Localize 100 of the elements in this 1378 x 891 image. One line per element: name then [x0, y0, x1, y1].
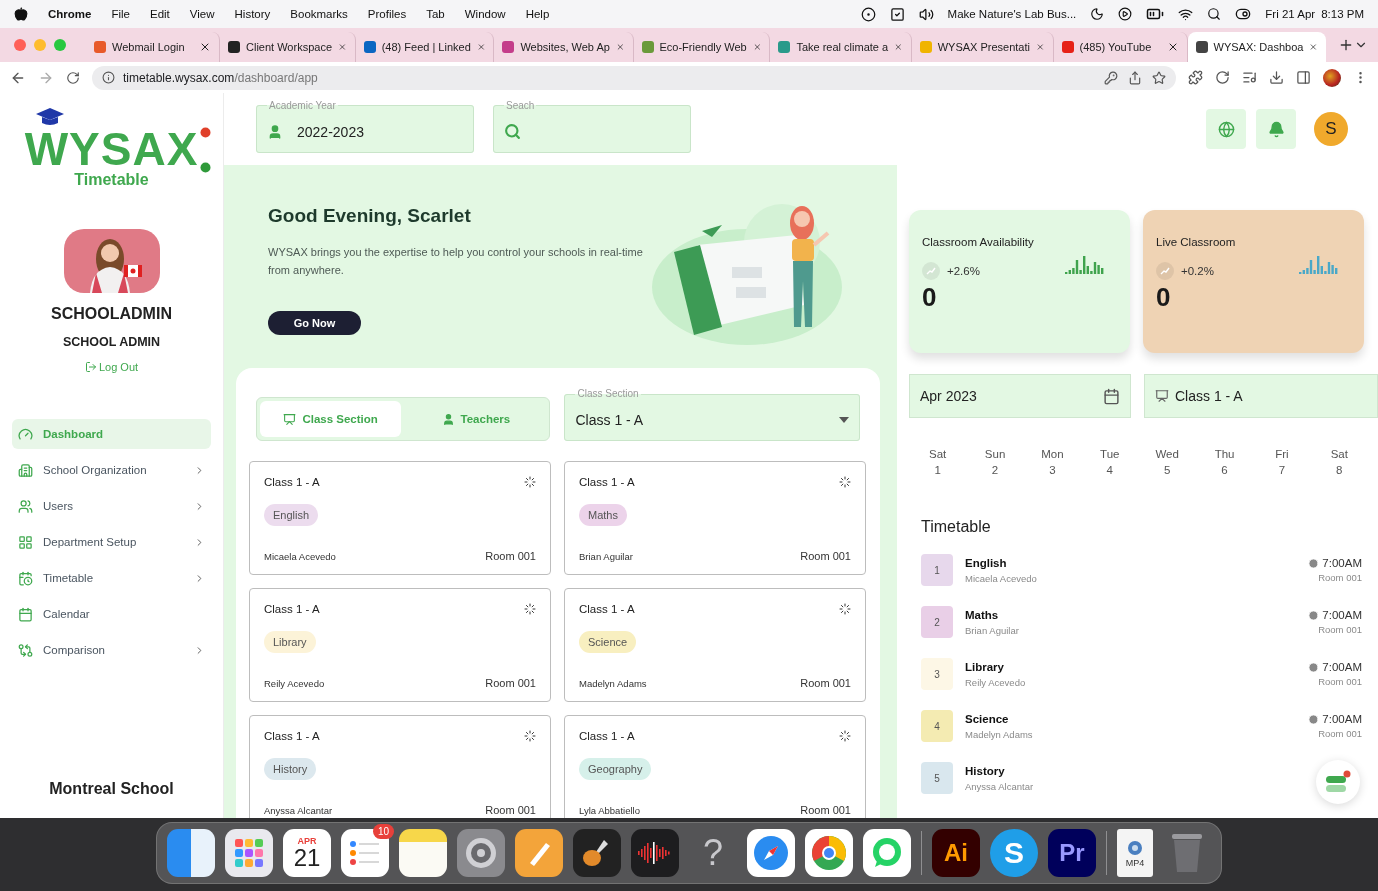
class-field[interactable]: Class 1 - A [1144, 374, 1378, 418]
teacher-name: Brian Aguilar [579, 551, 633, 562]
close-icon[interactable] [199, 41, 211, 53]
room-number: Room 001 [1318, 728, 1362, 739]
apple-icon[interactable] [14, 7, 28, 21]
browser-tab[interactable]: WYSAX: Dashboa [1187, 32, 1326, 62]
academic-year-field[interactable]: Academic Year 2022-2023 [256, 99, 474, 153]
class-card[interactable]: Class 1 - A Library Reily Acevedo Room 001 [249, 588, 551, 702]
menu-item[interactable]: Help [525, 8, 550, 20]
nav-item[interactable]: Comparison [12, 635, 211, 665]
menu-item[interactable]: History [234, 8, 271, 20]
teacher-name: Madelyn Adams [965, 728, 1034, 740]
document-icon[interactable]: MP4 [1117, 829, 1153, 877]
menu-item[interactable]: Edit [150, 8, 170, 20]
calendar-icon[interactable]: APR 21 [283, 829, 331, 877]
class-card[interactable]: Class 1 - A Maths Brian Aguilar Room 001 [564, 461, 866, 575]
app-grid-icon[interactable] [225, 829, 273, 877]
day-number[interactable]: 4 [1106, 464, 1113, 476]
notepad-icon[interactable] [399, 829, 447, 877]
sync-icon[interactable] [1215, 70, 1230, 85]
split-tile-icon[interactable] [167, 829, 215, 877]
chat-bubble-icon[interactable] [863, 829, 911, 877]
address-bar[interactable]: timetable.wysax.com/dashboard/app [92, 65, 1176, 90]
side-panel-icon[interactable] [1296, 70, 1311, 85]
menu-item[interactable]: Bookmarks [290, 8, 348, 20]
nav-item[interactable]: School Organization [12, 455, 211, 485]
app-launcher[interactable]: Pr [1048, 829, 1096, 877]
play-icon[interactable] [1118, 7, 1133, 21]
site-icon [228, 41, 240, 53]
day-number[interactable]: 3 [1049, 464, 1056, 476]
clock-icon [1308, 557, 1320, 569]
pen-icon[interactable] [515, 829, 563, 877]
new-tab-button[interactable] [1338, 37, 1354, 53]
media-icon[interactable] [1242, 70, 1257, 85]
day-number[interactable]: 7 [1278, 464, 1286, 476]
bell-icon [1267, 120, 1285, 138]
day-number[interactable]: 8 [1336, 464, 1343, 476]
download-icon[interactable] [1269, 70, 1284, 85]
day-number[interactable]: 6 [1221, 464, 1228, 476]
profile-avatar[interactable] [1323, 68, 1341, 87]
guitar-icon[interactable] [573, 829, 621, 877]
nav-item[interactable]: Users [12, 491, 211, 521]
day-number[interactable]: 5 [1164, 464, 1171, 476]
menu-item[interactable]: Window [464, 8, 506, 20]
site-icon [1061, 41, 1074, 53]
gear-icon[interactable] [457, 829, 505, 877]
subject-tag: History [264, 758, 317, 780]
loader-icon [524, 603, 536, 615]
menu-item[interactable]: File [111, 8, 130, 20]
waveform-icon[interactable] [631, 829, 679, 877]
compass-icon[interactable] [747, 829, 795, 877]
info-icon[interactable] [102, 71, 115, 84]
user-icon [267, 123, 283, 140]
building-icon [18, 462, 33, 478]
day-number[interactable]: 2 [991, 464, 999, 476]
class-section-select[interactable]: Class Section Class 1 - A [564, 388, 860, 441]
puzzle-icon[interactable] [1188, 70, 1203, 85]
checkbox-icon[interactable] [889, 6, 905, 22]
nav-item[interactable]: Timetable [12, 563, 211, 593]
menubar-time[interactable]: 8:13 PM [1321, 8, 1364, 20]
notifications-button[interactable] [1256, 109, 1296, 149]
language-button[interactable] [1206, 109, 1246, 149]
reload-icon[interactable] [66, 70, 80, 85]
now-playing[interactable]: Make Nature's Lab Bus... [947, 8, 1077, 20]
floating-button[interactable] [1316, 760, 1360, 804]
class-card[interactable]: Class 1 - A Science Madelyn Adams Room 001 [564, 588, 866, 702]
share-icon[interactable] [1128, 70, 1142, 85]
go-now-button[interactable]: Go Now [268, 311, 361, 335]
nav-item[interactable]: Department Setup [12, 527, 211, 557]
key-icon[interactable] [1104, 70, 1118, 85]
teacher-name: Reily Acevedo [965, 676, 1027, 688]
day-number[interactable]: 1 [934, 464, 941, 476]
search-icon[interactable] [1207, 7, 1222, 21]
graduation-cap-icon [34, 107, 65, 127]
loader-icon [524, 476, 536, 488]
menu-item[interactable]: View [189, 8, 215, 20]
app-menu[interactable]: Chrome [48, 8, 92, 20]
wifi-icon[interactable] [1178, 6, 1194, 22]
checklist-icon[interactable] [341, 829, 389, 877]
user-avatar[interactable]: S [1314, 112, 1348, 146]
teacher-name: Micaela Acevedo [264, 551, 336, 562]
menu-item[interactable]: Profiles [367, 8, 407, 20]
class-card[interactable]: Class 1 - A Geography Lyla Abbatiello Room 001 [564, 715, 866, 818]
moon-icon[interactable] [1090, 7, 1105, 21]
subject-name: Maths [965, 608, 1000, 621]
toggle-icon[interactable] [1235, 6, 1252, 22]
nav-item[interactable]: Calendar [12, 599, 211, 629]
app-launcher[interactable]: Ai [932, 829, 980, 877]
clock-icon [1308, 661, 1320, 673]
class-card[interactable]: Class 1 - A English Micaela Acevedo Room 001 [249, 461, 551, 575]
record-icon[interactable] [860, 6, 876, 22]
toggles-icon [1325, 770, 1351, 794]
notification-badge: 10 [372, 824, 394, 839]
menu-item[interactable]: Tab [426, 8, 445, 20]
logo-subtitle: Timetable [74, 171, 149, 189]
star-icon[interactable] [1152, 70, 1166, 85]
menubar-date[interactable]: Fri 21 Apr [1265, 8, 1316, 20]
month-field[interactable]: Apr 2023 [909, 374, 1131, 418]
weekday: Mon [1041, 448, 1064, 460]
volume-icon[interactable] [918, 6, 934, 22]
